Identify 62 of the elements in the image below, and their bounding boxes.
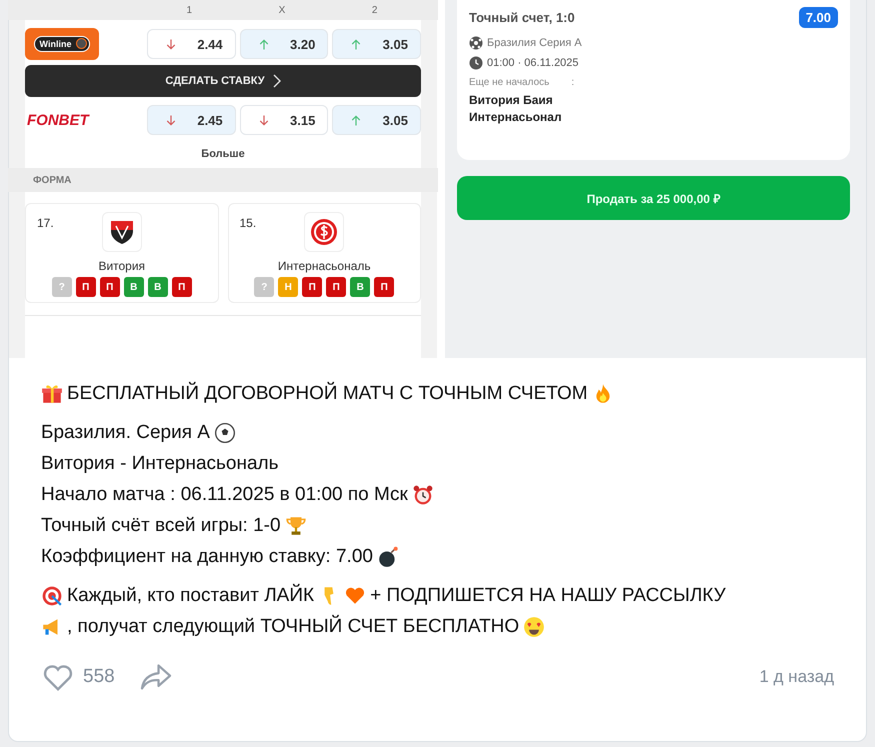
away-team: Интернасьонал (469, 110, 563, 124)
post-text-line: Бразилия. Серия А (41, 422, 210, 444)
odds-button[interactable]: 3.05 (332, 29, 421, 59)
bomb-icon (376, 546, 399, 568)
match-status: Еще не началось (469, 77, 550, 88)
column-header: X (278, 4, 286, 16)
result-badge: П (374, 277, 394, 297)
post-text-line: Каждый, кто поставит ЛАЙК (67, 584, 314, 606)
place-bet-button[interactable]: СДЕЛАТЬ СТАВКУ (25, 65, 421, 97)
chevron-right-icon (272, 74, 281, 88)
odds-button[interactable]: 2.44 (147, 29, 236, 59)
score-separator: : (571, 77, 574, 88)
result-badge: П (76, 277, 96, 297)
odds-button[interactable]: 3.05 (332, 105, 421, 135)
column-header: 1 (186, 4, 194, 16)
soccer-ball-icon (214, 422, 236, 444)
result-badge: ? (254, 277, 274, 297)
post-text-line: Начало матча : 06.11.2025 в 01:00 по Мск (41, 484, 408, 506)
odds-button[interactable]: 3.20 (240, 29, 328, 59)
post-text-line: , получат следующий ТОЧНЫЙ СЧЕТ БЕСПЛАТНО (67, 616, 520, 638)
team-position: 15. (240, 216, 256, 230)
result-badge: П (326, 277, 346, 297)
post-time: 1 д назад (759, 667, 834, 687)
odds-button[interactable]: 2.45 (147, 105, 236, 135)
result-badge: В (350, 277, 370, 297)
team-name: Интернасьональ (278, 259, 371, 273)
result-badge: ? (52, 277, 72, 297)
soccer-ball-icon (469, 36, 483, 50)
bookmaker-logo[interactable]: Winline (25, 28, 99, 60)
post-text-line: + ПОДПИШЕТСЯ НА НАШУ РАССЫЛКУ (370, 584, 726, 606)
heart-eyes-icon (523, 616, 546, 638)
team-crest-icon (304, 212, 344, 252)
alarm-clock-icon (412, 484, 434, 506)
home-team: Витория Баия (469, 93, 554, 107)
result-badge: Н (278, 277, 298, 297)
heart-icon (344, 584, 366, 606)
share-icon[interactable] (138, 663, 173, 691)
trophy-icon (284, 514, 307, 536)
team-crest-icon (102, 212, 142, 252)
column-header: 2 (370, 4, 378, 16)
result-badge: П (100, 277, 120, 297)
result-badge: П (302, 277, 322, 297)
gift-icon (41, 382, 63, 404)
coefficient-badge: 7.00 (798, 7, 838, 28)
bookmaker-logo[interactable]: FONBET (27, 112, 89, 128)
post-headline: БЕСПЛАТНЫЙ ДОГОВОРНОЙ МАТЧ С ТОЧНЫМ СЧЕТОМ (67, 382, 588, 404)
result-badge: В (148, 277, 168, 297)
section-title: ФОРМА (33, 174, 72, 186)
post-text-line: Коэффициент на данную ставку: 7.00 (41, 546, 373, 568)
target-icon (41, 584, 63, 606)
market-label: Точный счет, 1:0 (469, 10, 575, 25)
match-time: 01:00 · 06.11.2025 (487, 57, 579, 69)
post-text-line: Витория - Интернасьональ (41, 452, 279, 474)
post-text-line: Точный счёт всей игры: 1-0 (41, 514, 281, 536)
league-label: Бразилия Серия А (487, 37, 582, 49)
odds-button[interactable]: 3.15 (240, 105, 328, 135)
result-badge: П (172, 277, 192, 297)
more-link[interactable]: Больше (201, 148, 245, 160)
team-name: Витория (98, 259, 146, 273)
clock-icon (469, 56, 483, 70)
result-badge: В (124, 277, 144, 297)
team-position: 17. (37, 216, 54, 230)
